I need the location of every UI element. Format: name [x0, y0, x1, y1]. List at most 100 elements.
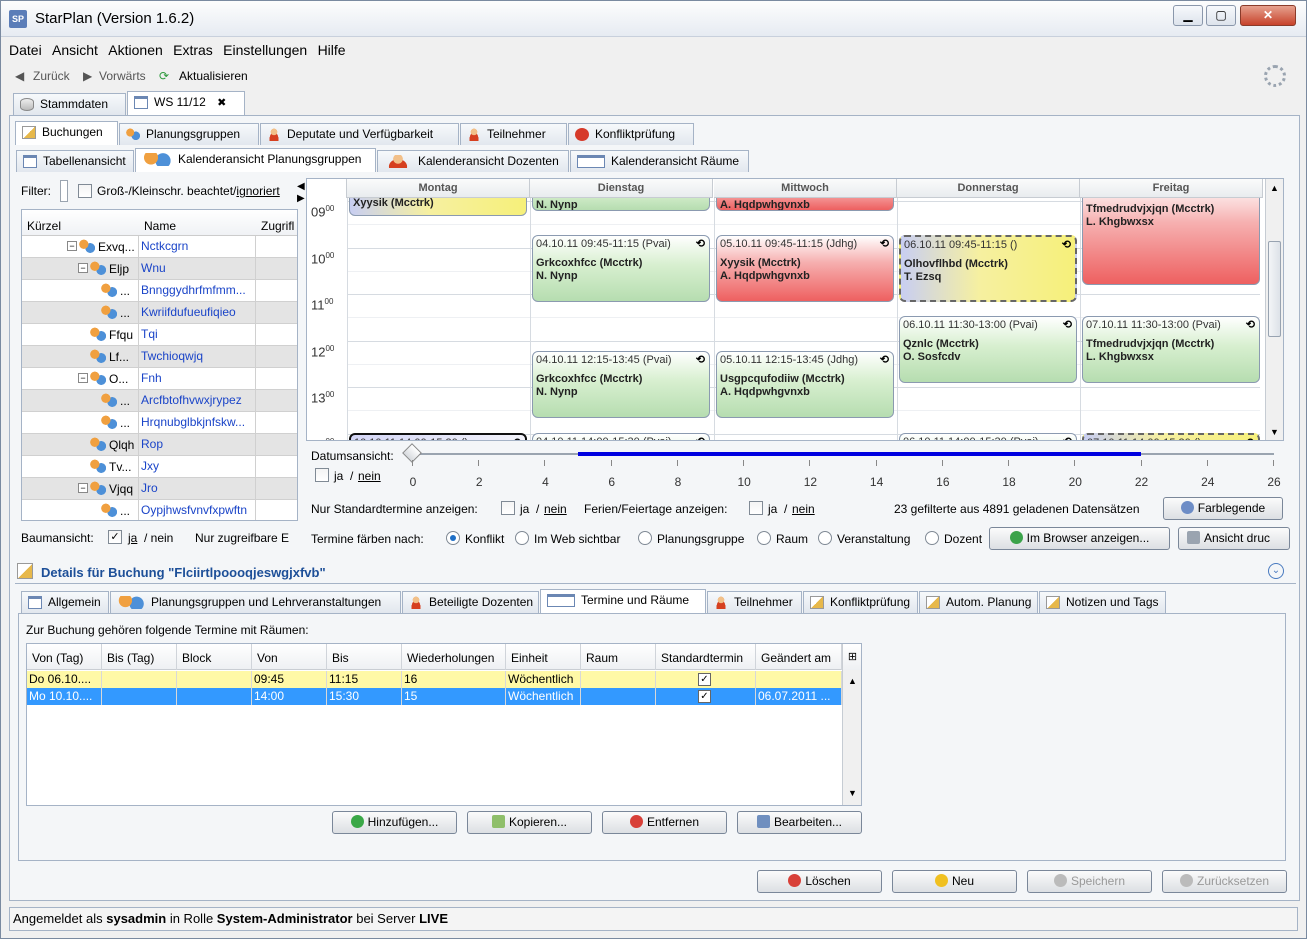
date-slider-range[interactable] [577, 452, 1141, 456]
tree-name-link[interactable]: Kwriifdufueufiqieo [139, 302, 256, 324]
sync-icon[interactable]: ⟲ [1063, 319, 1072, 332]
copy-button[interactable]: Kopieren... [467, 811, 592, 834]
table-row[interactable]: Do 06.10.... 09:45 11:15 16 Wöchentlich ✓ [27, 671, 842, 688]
column-header[interactable]: Bis [327, 644, 402, 670]
tree-name-link[interactable]: Arcfbtofhvwxjrypez [139, 390, 256, 412]
tree-row[interactable]: − O... Fnh [22, 368, 297, 390]
tree-name-link[interactable]: Jxy [139, 456, 256, 478]
radio-raum[interactable] [757, 531, 771, 545]
standard-checkbox[interactable]: ✓ [656, 671, 756, 688]
standard-checkbox[interactable]: ✓ [656, 688, 756, 705]
save-button[interactable]: Speichern [1027, 870, 1152, 893]
baumansicht-checkbox[interactable]: ✓ [108, 530, 122, 544]
calendar-event[interactable]: 10.10.11 14:00-15:30 ()Olhovflhbd (Mcctr… [349, 432, 527, 440]
details-tab-3[interactable]: Beteiligte Dozenten [402, 591, 539, 613]
farblegende-button[interactable]: Farblegende [1163, 497, 1283, 520]
tree-name-link[interactable]: Wnu [139, 258, 256, 280]
case-sensitive-checkbox[interactable] [78, 184, 92, 198]
menu-ansicht[interactable]: Ansicht [52, 39, 98, 61]
tree-name-link[interactable]: Bnnggydhrfmfmm... [139, 280, 256, 302]
menu-extras[interactable]: Extras [173, 39, 213, 61]
menu-hilfe[interactable]: Hilfe [318, 39, 346, 61]
refresh-button[interactable]: Aktualisieren [179, 69, 248, 83]
sync-icon[interactable]: ⟲ [880, 354, 889, 367]
tree-row[interactable]: ... Arcfbtofhvwxjrypez [22, 390, 297, 412]
datumsansicht-checkbox[interactable] [315, 468, 329, 482]
tab-kalender-dozenten[interactable]: Kalenderansicht Dozenten [377, 150, 569, 172]
close-tab-icon[interactable]: ✖ [217, 97, 226, 109]
minimize-button[interactable]: ▁ [1173, 5, 1203, 26]
tree-name-link[interactable]: Oypjhwsfvnvfxpwftn [139, 500, 256, 520]
column-header[interactable]: Wiederholungen [402, 644, 506, 670]
tree-row[interactable]: − Exvq... Nctkcgrn [22, 236, 297, 258]
collapse-icon[interactable]: − [78, 263, 88, 273]
datumsansicht-nein[interactable]: nein [358, 469, 381, 483]
sync-icon[interactable]: ⟲ [880, 238, 889, 251]
tree-row[interactable]: − Vjqq Jro [22, 478, 297, 500]
standardtermine-ja[interactable]: ja [520, 502, 529, 516]
calendar-event[interactable]: 05.10.11 09:45-11:15 (Jdhg) Xyysik (Mcctr… [716, 234, 894, 302]
sync-icon[interactable]: ⟲ [696, 238, 705, 251]
collapse-details-icon[interactable]: ⌄ [1268, 563, 1284, 579]
radio-dozent[interactable] [925, 531, 939, 545]
new-button[interactable]: Neu [892, 870, 1017, 893]
scroll-down-icon[interactable]: ▼ [1270, 427, 1279, 437]
column-header[interactable]: Geändert am [756, 644, 842, 670]
menu-einstellungen[interactable]: Einstellungen [223, 39, 307, 61]
column-header[interactable]: Raum [581, 644, 656, 670]
tree-name-link[interactable]: Twchioqwjq [139, 346, 256, 368]
tree-name-link[interactable]: Hrqnubglbkjnfskw... [139, 412, 256, 434]
details-tab-2[interactable]: Planungsgruppen und Lehrveranstaltungen [110, 591, 401, 613]
back-button[interactable]: Zurück [33, 69, 70, 83]
menu-datei[interactable]: Datei [9, 39, 42, 61]
tree-row[interactable]: Qlqh Rop [22, 434, 297, 456]
details-tab-7[interactable]: Autom. Planung [919, 591, 1038, 613]
radio-veranstaltung[interactable] [818, 531, 832, 545]
tree-row[interactable]: ... Oypjhwsfvnvfxpwftn [22, 500, 297, 520]
tab-ws-11-12[interactable]: WS 11/12 ✖ [127, 91, 245, 115]
tree-row[interactable]: ... Kwriifdufueufiqieo [22, 302, 297, 324]
scroll-up-icon[interactable]: ▲ [848, 676, 857, 686]
scroll-down-icon[interactable]: ▼ [848, 788, 857, 798]
calendar-event[interactable]: 06.10.11 09:45-11:15 () Olhovflhbd (Mcctr… [899, 234, 1077, 302]
calendar-scrollbar[interactable]: ▲ ▼ [1265, 179, 1283, 440]
sync-icon[interactable]: ⟲ [1062, 239, 1071, 252]
calendar-event[interactable]: 05.10.11 12:15-13:45 (Jdhg) Usgpcqufodiiw… [716, 351, 894, 418]
splitter-right-arrow-icon[interactable]: ▶ [297, 193, 305, 204]
menu-aktionen[interactable]: Aktionen [108, 39, 162, 61]
tree-name-link[interactable]: Rop [139, 434, 256, 456]
sync-icon[interactable]: ⟲ [1245, 437, 1254, 441]
scroll-up-icon[interactable]: ▲ [1270, 183, 1279, 193]
tab-teilnehmer[interactable]: Teilnehmer [460, 123, 567, 145]
column-header[interactable]: Einheit [506, 644, 581, 670]
sync-icon[interactable]: ⟲ [1246, 319, 1255, 332]
calendar-event[interactable]: 04.10.11 14:00-15:30 (Pvai)Grkcoxhfcc (M… [532, 432, 710, 440]
case-ignore-link[interactable]: ignoriert [236, 184, 279, 198]
table-row[interactable]: Mo 10.10.... 14:00 15:30 15 Wöchentlich ✓ 06.0… [27, 688, 842, 705]
calendar-event[interactable]: 07.10.11 11:30-13:00 (Pvai) Tfmedrudvjxjq… [1082, 316, 1260, 383]
tab-konfliktpruefung[interactable]: Konfliktprüfung [568, 123, 694, 145]
tab-planungsgruppen[interactable]: Planungsgruppen [119, 123, 259, 145]
tab-buchungen[interactable]: Buchungen [15, 121, 118, 145]
print-button[interactable]: Ansicht druc [1178, 527, 1290, 550]
column-kuerzel[interactable]: Kürzel [27, 219, 61, 233]
tab-deputate[interactable]: Deputate und Verfügbarkeit [260, 123, 459, 145]
tree-name-link[interactable]: Jro [139, 478, 256, 500]
tab-kalender-raeume[interactable]: Kalenderansicht Räume [570, 150, 749, 172]
tree-name-link[interactable]: Nctkcgrn [139, 236, 256, 258]
tree-row[interactable]: Tv... Jxy [22, 456, 297, 478]
close-button[interactable]: ✕ [1240, 5, 1296, 26]
collapse-icon[interactable]: − [78, 373, 88, 383]
tree-row[interactable]: ... Bnnggydhrfmfmm... [22, 280, 297, 302]
radio-planungsgruppe[interactable] [638, 531, 652, 545]
collapse-icon[interactable]: − [67, 241, 77, 251]
standardtermine-checkbox[interactable] [501, 501, 515, 515]
radio-konflikt[interactable] [446, 531, 460, 545]
ferien-nein[interactable]: nein [792, 502, 815, 516]
tab-stammdaten[interactable]: Stammdaten [13, 93, 126, 115]
calendar-event[interactable]: 06.10.11 11:30-13:00 (Pvai) Qznlc (Mcctrk… [899, 316, 1077, 383]
splitter-left-arrow-icon[interactable]: ◀ [297, 181, 305, 192]
ferien-ja[interactable]: ja [768, 502, 777, 516]
tree-name-link[interactable]: Tqi [139, 324, 256, 346]
maximize-button[interactable]: ▢ [1206, 5, 1236, 26]
